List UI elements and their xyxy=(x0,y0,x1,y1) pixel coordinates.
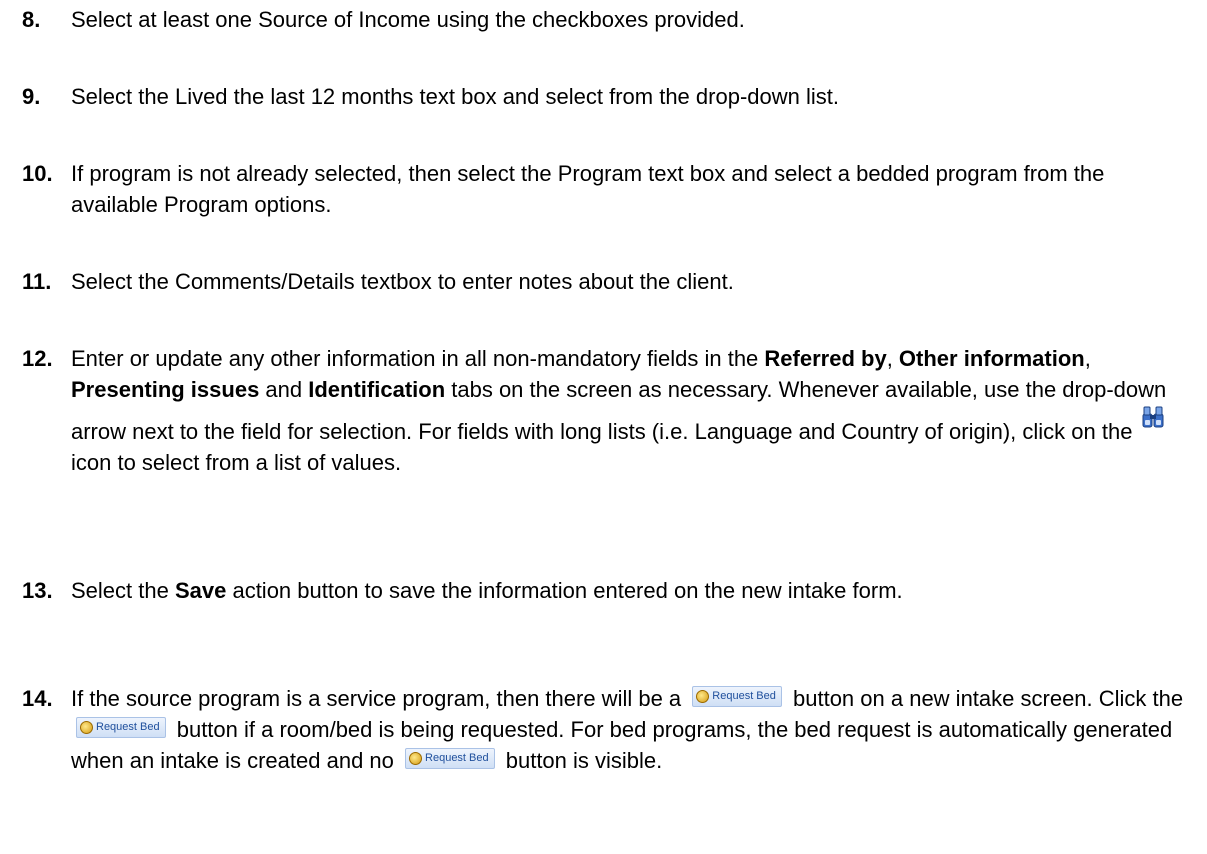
request-bed-button[interactable]: Request Bed xyxy=(692,686,782,707)
step-text: Select the Comments/Details textbox to e… xyxy=(71,269,734,294)
identification-tab-name: Identification xyxy=(308,377,446,402)
presenting-issues-tab-name: Presenting issues xyxy=(71,377,260,402)
bed-request-icon xyxy=(696,690,710,703)
bed-request-icon xyxy=(80,721,93,734)
step-number: 11. xyxy=(22,269,52,294)
step-text: If the source program is a service progr… xyxy=(71,686,1184,773)
bed-request-icon xyxy=(409,752,423,765)
request-bed-label: Request Bed xyxy=(425,752,489,764)
request-bed-button[interactable]: Request Bed xyxy=(76,717,166,738)
binoculars-icon xyxy=(1141,405,1165,429)
step-14: 14. If the source program is a service p… xyxy=(22,683,1192,776)
referred-by-tab-name: Referred by xyxy=(764,346,887,371)
step-text: If program is not already selected, then… xyxy=(71,161,1105,217)
step-number: 9. xyxy=(22,84,41,109)
step-number: 8. xyxy=(22,7,41,32)
step-9: 9. Select the Lived the last 12 months t… xyxy=(22,81,1192,112)
step-text: Select at least one Source of Income usi… xyxy=(71,7,745,32)
step-8: 8. Select at least one Source of Income … xyxy=(22,4,1192,35)
step-number: 14. xyxy=(22,686,53,711)
request-bed-label: Request Bed xyxy=(712,690,776,702)
save-button-name: Save xyxy=(174,578,227,603)
step-number: 10. xyxy=(22,161,53,186)
step-text: Select the Lived the last 12 months text… xyxy=(71,84,839,109)
step-text: Select the Save action button to save th… xyxy=(71,578,903,603)
step-10: 10. If program is not already selected, … xyxy=(22,158,1192,220)
step-13: 13. Select the Save action button to sav… xyxy=(22,575,1192,606)
request-bed-label: Request Bed xyxy=(96,721,160,733)
step-11: 11. Select the Comments/Details textbox … xyxy=(22,266,1192,297)
step-number: 13. xyxy=(22,578,53,603)
request-bed-button[interactable]: Request Bed xyxy=(405,748,495,769)
other-information-tab-name: Other information xyxy=(898,346,1085,371)
instruction-document: 8. Select at least one Source of Income … xyxy=(0,0,1207,854)
step-12: 12. Enter or update any other informatio… xyxy=(22,343,1192,478)
step-number: 12. xyxy=(22,346,53,371)
step-text: Enter or update any other information in… xyxy=(71,346,1167,475)
